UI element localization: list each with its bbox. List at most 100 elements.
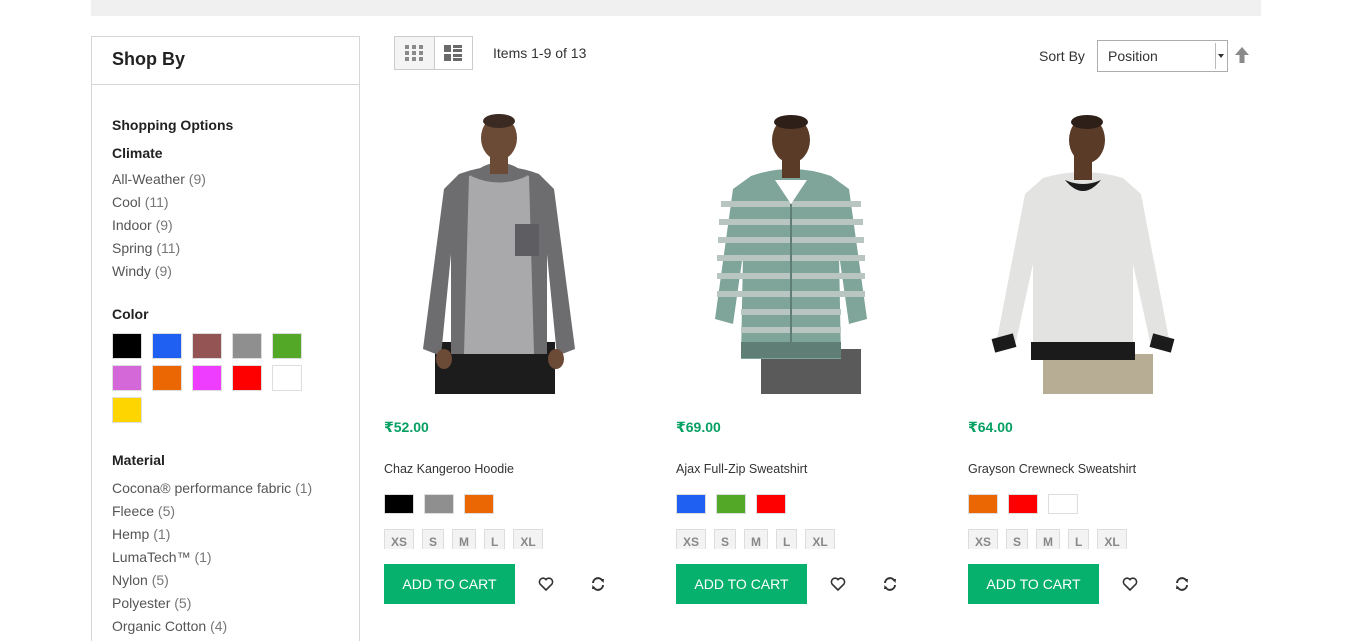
filter-option-label: All-Weather <box>112 171 185 187</box>
chevron-down-icon <box>1215 43 1225 69</box>
filter-option-label: LumaTech™ <box>112 549 191 565</box>
product-photo[interactable] <box>676 104 906 394</box>
color-swatch[interactable] <box>152 333 182 359</box>
add-to-cart-button[interactable]: ADD TO CART <box>968 564 1099 604</box>
toolbar-item-count: Items 1-9 of 13 <box>493 45 587 61</box>
view-mode-switcher <box>394 36 473 70</box>
compare-icon[interactable] <box>590 576 606 592</box>
filter-option-label: Organic Cotton <box>112 618 207 634</box>
filter-option-label: Cocona® performance fabric <box>112 480 292 496</box>
product-size-options: XS S M L XL <box>676 529 835 549</box>
filter-option[interactable]: Fleece (5) <box>112 500 312 523</box>
product-color-swatch[interactable] <box>464 494 494 514</box>
filter-option[interactable]: Spring (11) <box>112 237 206 260</box>
filter-color-heading[interactable]: Color <box>112 306 149 322</box>
size-option[interactable]: M <box>744 529 769 549</box>
sort-select-value: Position <box>1108 48 1158 64</box>
heart-icon[interactable] <box>1122 576 1138 592</box>
filter-option[interactable]: LumaTech™ (1) <box>112 546 312 569</box>
grid-mode-button[interactable] <box>395 37 434 69</box>
filter-option[interactable]: Polyester (5) <box>112 592 312 615</box>
product-color-swatch[interactable] <box>676 494 706 514</box>
color-swatch[interactable] <box>152 365 182 391</box>
shopping-options-title: Shopping Options <box>112 117 234 133</box>
size-option[interactable]: L <box>1068 529 1090 549</box>
product-color-swatch[interactable] <box>384 494 414 514</box>
color-swatch[interactable] <box>192 333 222 359</box>
filter-climate-heading[interactable]: Climate <box>112 145 163 161</box>
color-swatch[interactable] <box>232 365 262 391</box>
product-color-swatch[interactable] <box>716 494 746 514</box>
add-to-cart-button[interactable]: ADD TO CART <box>384 564 515 604</box>
size-option[interactable]: XS <box>384 529 415 549</box>
filter-option[interactable]: Windy (9) <box>112 260 206 283</box>
size-option[interactable]: M <box>1036 529 1061 549</box>
compare-icon[interactable] <box>1174 576 1190 592</box>
sort-by-label: Sort By <box>1039 48 1085 64</box>
compare-icon[interactable] <box>882 576 898 592</box>
color-swatch[interactable] <box>112 333 142 359</box>
sort-by-select[interactable]: Position <box>1097 40 1228 72</box>
filter-option-count: (9) <box>188 171 206 187</box>
product-color-swatch[interactable] <box>1008 494 1038 514</box>
filter-option[interactable]: Indoor (9) <box>112 214 206 237</box>
arrow-up-icon[interactable] <box>1234 46 1250 64</box>
filter-option[interactable]: Hemp (1) <box>112 523 312 546</box>
filter-option-count: (1) <box>295 480 313 496</box>
size-option[interactable]: XL <box>1097 529 1127 549</box>
product-price: ₹64.00 <box>968 419 1013 435</box>
product-name-link[interactable]: Chaz Kangeroo Hoodie <box>384 462 514 476</box>
product-price: ₹69.00 <box>676 419 721 435</box>
climate-filter-list: All-Weather (9) Cool (11) Indoor (9) Spr… <box>112 168 206 283</box>
size-option[interactable]: S <box>714 529 737 549</box>
filter-option-count: (5) <box>174 595 192 611</box>
filter-option-label: Hemp <box>112 526 150 542</box>
color-swatch[interactable] <box>272 365 302 391</box>
filter-option-count: (1) <box>194 549 212 565</box>
sweatshirt-model-image <box>715 115 867 394</box>
product-name-link[interactable]: Grayson Crewneck Sweatshirt <box>968 462 1136 476</box>
product-photo[interactable] <box>968 104 1198 394</box>
filter-option-count: (1) <box>153 526 171 542</box>
list-mode-button[interactable] <box>433 37 472 69</box>
filter-option[interactable]: Cool (11) <box>112 191 206 214</box>
product-name-link[interactable]: Ajax Full-Zip Sweatshirt <box>676 462 807 476</box>
color-swatch[interactable] <box>112 397 142 423</box>
size-option[interactable]: S <box>422 529 445 549</box>
size-option[interactable]: XS <box>968 529 999 549</box>
sidebar-header: Shop By <box>92 37 359 85</box>
color-swatch[interactable] <box>272 333 302 359</box>
filter-option[interactable]: Nylon (5) <box>112 569 312 592</box>
size-option[interactable]: XL <box>513 529 543 549</box>
filter-option-label: Nylon <box>112 572 148 588</box>
product-photo[interactable] <box>384 104 614 394</box>
sidebar-title: Shop By <box>112 49 186 69</box>
size-option[interactable]: XL <box>805 529 835 549</box>
size-option[interactable]: S <box>1006 529 1029 549</box>
product-color-swatch[interactable] <box>1048 494 1078 514</box>
size-option[interactable]: M <box>452 529 477 549</box>
add-to-cart-button[interactable]: ADD TO CART <box>676 564 807 604</box>
size-option[interactable]: L <box>484 529 506 549</box>
color-swatch[interactable] <box>232 333 262 359</box>
filter-option-label: Polyester <box>112 595 171 611</box>
grid-icon <box>405 45 424 61</box>
heart-icon[interactable] <box>538 576 554 592</box>
heart-icon[interactable] <box>830 576 846 592</box>
size-option[interactable]: XS <box>676 529 707 549</box>
material-filter-list: Cocona® performance fabric (1) Fleece (5… <box>112 477 312 638</box>
filter-option-count: (11) <box>144 194 169 210</box>
size-option[interactable]: L <box>776 529 798 549</box>
color-swatch[interactable] <box>192 365 222 391</box>
filter-option[interactable]: Cocona® performance fabric (1) <box>112 477 312 500</box>
filter-option-label: Cool <box>112 194 141 210</box>
hoodie-model-image <box>423 114 575 394</box>
filter-material-heading[interactable]: Material <box>112 452 165 468</box>
product-color-swatch[interactable] <box>424 494 454 514</box>
product-color-swatch[interactable] <box>968 494 998 514</box>
color-swatch[interactable] <box>112 365 142 391</box>
filter-option[interactable]: Organic Cotton (4) <box>112 615 312 638</box>
filter-option[interactable]: All-Weather (9) <box>112 168 206 191</box>
filter-option-label: Spring <box>112 240 153 256</box>
product-color-swatch[interactable] <box>756 494 786 514</box>
